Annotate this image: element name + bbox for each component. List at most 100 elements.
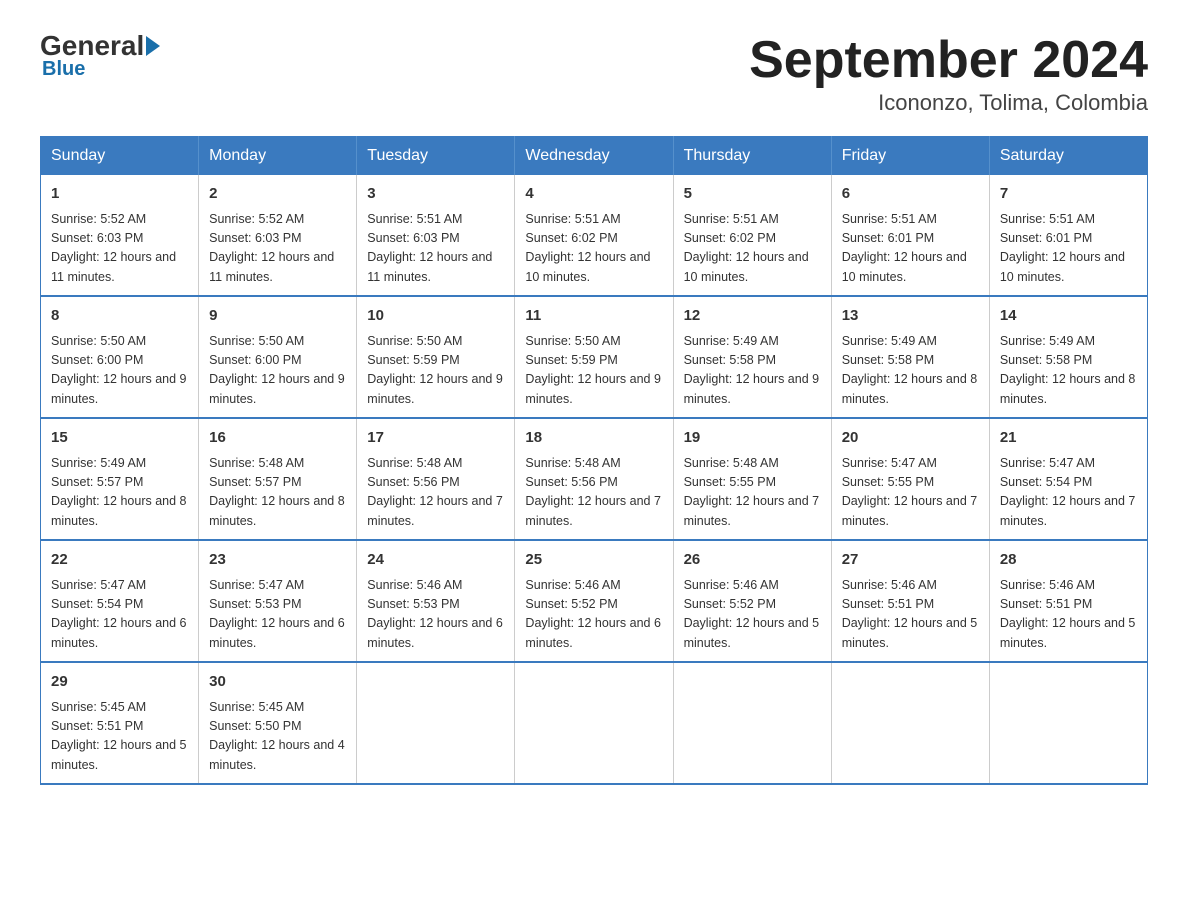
day-info: Sunrise: 5:47 AM Sunset: 5:54 PM Dayligh… — [51, 576, 188, 654]
calendar-cell — [989, 662, 1147, 784]
calendar-week-row: 15Sunrise: 5:49 AM Sunset: 5:57 PM Dayli… — [41, 418, 1148, 540]
day-info: Sunrise: 5:47 AM Sunset: 5:54 PM Dayligh… — [1000, 454, 1137, 532]
day-number: 28 — [1000, 549, 1137, 572]
calendar-table: SundayMondayTuesdayWednesdayThursdayFrid… — [40, 136, 1148, 785]
calendar-cell: 14 Sunrise: 5:49 AM Sunset: 5:58 PM Dayli… — [989, 296, 1147, 418]
header-sunday: Sunday — [41, 137, 199, 176]
calendar-week-row: 29Sunrise: 5:45 AM Sunset: 5:51 PM Dayli… — [41, 662, 1148, 784]
day-number: 6 — [842, 183, 979, 206]
day-info: Sunrise: 5:46 AM Sunset: 5:51 PM Dayligh… — [1000, 576, 1137, 654]
calendar-cell: 24 Sunrise: 5:46 AM Sunset: 5:53 PM Dayli… — [357, 540, 515, 662]
day-info: Sunrise: 5:49 AM Sunset: 5:57 PM Dayligh… — [51, 454, 188, 532]
day-info: Sunrise: 5:49 AM Sunset: 5:58 PM Dayligh… — [1000, 332, 1137, 410]
day-number: 21 — [1000, 427, 1137, 450]
day-info: Sunrise: 5:50 AM Sunset: 5:59 PM Dayligh… — [367, 332, 504, 410]
calendar-cell: 29Sunrise: 5:45 AM Sunset: 5:51 PM Dayli… — [41, 662, 199, 784]
calendar-title: September 2024 — [749, 30, 1148, 90]
day-number: 24 — [367, 549, 504, 572]
calendar-header-row: SundayMondayTuesdayWednesdayThursdayFrid… — [41, 137, 1148, 176]
day-info: Sunrise: 5:51 AM Sunset: 6:01 PM Dayligh… — [842, 210, 979, 288]
day-number: 11 — [525, 305, 662, 328]
day-number: 16 — [209, 427, 346, 450]
calendar-cell: 17 Sunrise: 5:48 AM Sunset: 5:56 PM Dayli… — [357, 418, 515, 540]
day-info: Sunrise: 5:46 AM Sunset: 5:53 PM Dayligh… — [367, 576, 504, 654]
day-number: 17 — [367, 427, 504, 450]
day-number: 23 — [209, 549, 346, 572]
calendar-week-row: 22 Sunrise: 5:47 AM Sunset: 5:54 PM Dayli… — [41, 540, 1148, 662]
calendar-cell: 8Sunrise: 5:50 AM Sunset: 6:00 PM Daylig… — [41, 296, 199, 418]
calendar-cell: 4Sunrise: 5:51 AM Sunset: 6:02 PM Daylig… — [515, 175, 673, 296]
calendar-cell: 2 Sunrise: 5:52 AM Sunset: 6:03 PM Daylig… — [199, 175, 357, 296]
day-number: 8 — [51, 305, 188, 328]
calendar-cell: 27 Sunrise: 5:46 AM Sunset: 5:51 PM Dayli… — [831, 540, 989, 662]
logo-blue: Blue — [42, 58, 85, 81]
calendar-cell: 6 Sunrise: 5:51 AM Sunset: 6:01 PM Daylig… — [831, 175, 989, 296]
day-info: Sunrise: 5:52 AM Sunset: 6:03 PM Dayligh… — [209, 210, 346, 288]
day-number: 7 — [1000, 183, 1137, 206]
calendar-cell: 30 Sunrise: 5:45 AM Sunset: 5:50 PM Dayli… — [199, 662, 357, 784]
day-number: 30 — [209, 671, 346, 694]
calendar-subtitle: Icononzo, Tolima, Colombia — [749, 90, 1148, 116]
header-monday: Monday — [199, 137, 357, 176]
day-number: 29 — [51, 671, 188, 694]
day-number: 5 — [684, 183, 821, 206]
calendar-week-row: 1Sunrise: 5:52 AM Sunset: 6:03 PM Daylig… — [41, 175, 1148, 296]
day-info: Sunrise: 5:51 AM Sunset: 6:02 PM Dayligh… — [684, 210, 821, 288]
day-info: Sunrise: 5:51 AM Sunset: 6:03 PM Dayligh… — [367, 210, 504, 288]
day-info: Sunrise: 5:48 AM Sunset: 5:56 PM Dayligh… — [525, 454, 662, 532]
day-number: 13 — [842, 305, 979, 328]
calendar-cell: 26Sunrise: 5:46 AM Sunset: 5:52 PM Dayli… — [673, 540, 831, 662]
calendar-cell: 10 Sunrise: 5:50 AM Sunset: 5:59 PM Dayli… — [357, 296, 515, 418]
calendar-cell: 18 Sunrise: 5:48 AM Sunset: 5:56 PM Dayli… — [515, 418, 673, 540]
day-number: 22 — [51, 549, 188, 572]
day-number: 14 — [1000, 305, 1137, 328]
day-info: Sunrise: 5:50 AM Sunset: 5:59 PM Dayligh… — [525, 332, 662, 410]
calendar-cell: 7 Sunrise: 5:51 AM Sunset: 6:01 PM Daylig… — [989, 175, 1147, 296]
day-number: 10 — [367, 305, 504, 328]
calendar-cell: 15Sunrise: 5:49 AM Sunset: 5:57 PM Dayli… — [41, 418, 199, 540]
calendar-cell: 16 Sunrise: 5:48 AM Sunset: 5:57 PM Dayli… — [199, 418, 357, 540]
calendar-cell: 1Sunrise: 5:52 AM Sunset: 6:03 PM Daylig… — [41, 175, 199, 296]
day-info: Sunrise: 5:47 AM Sunset: 5:53 PM Dayligh… — [209, 576, 346, 654]
day-number: 25 — [525, 549, 662, 572]
calendar-cell: 25 Sunrise: 5:46 AM Sunset: 5:52 PM Dayli… — [515, 540, 673, 662]
day-number: 4 — [525, 183, 662, 206]
calendar-cell — [673, 662, 831, 784]
day-info: Sunrise: 5:49 AM Sunset: 5:58 PM Dayligh… — [842, 332, 979, 410]
day-number: 2 — [209, 183, 346, 206]
day-info: Sunrise: 5:48 AM Sunset: 5:55 PM Dayligh… — [684, 454, 821, 532]
day-info: Sunrise: 5:46 AM Sunset: 5:51 PM Dayligh… — [842, 576, 979, 654]
calendar-cell: 11 Sunrise: 5:50 AM Sunset: 5:59 PM Dayli… — [515, 296, 673, 418]
calendar-week-row: 8 Sunrise: 5:50 AM Sunset: 6:00 PM Daylig… — [41, 296, 1148, 418]
calendar-cell: 19 Sunrise: 5:48 AM Sunset: 5:55 PM Dayli… — [673, 418, 831, 540]
calendar-cell: 12Sunrise: 5:49 AM Sunset: 5:58 PM Dayli… — [673, 296, 831, 418]
day-info: Sunrise: 5:51 AM Sunset: 6:01 PM Dayligh… — [1000, 210, 1137, 288]
calendar-cell: 5 Sunrise: 5:51 AM Sunset: 6:02 PM Daylig… — [673, 175, 831, 296]
day-number: 19 — [684, 427, 821, 450]
calendar-cell: 9Sunrise: 5:50 AM Sunset: 6:00 PM Daylig… — [199, 296, 357, 418]
calendar-cell: 3 Sunrise: 5:51 AM Sunset: 6:03 PM Daylig… — [357, 175, 515, 296]
calendar-cell: 20 Sunrise: 5:47 AM Sunset: 5:55 PM Dayli… — [831, 418, 989, 540]
day-info: Sunrise: 5:47 AM Sunset: 5:55 PM Dayligh… — [842, 454, 979, 532]
header-wednesday: Wednesday — [515, 137, 673, 176]
day-info: Sunrise: 5:50 AM Sunset: 6:00 PM Dayligh… — [209, 332, 346, 410]
calendar-cell: 22 Sunrise: 5:47 AM Sunset: 5:54 PM Dayli… — [41, 540, 199, 662]
day-info: Sunrise: 5:48 AM Sunset: 5:56 PM Dayligh… — [367, 454, 504, 532]
day-number: 3 — [367, 183, 504, 206]
day-number: 12 — [684, 305, 821, 328]
calendar-cell — [357, 662, 515, 784]
logo: General Blue — [40, 30, 160, 81]
day-number: 20 — [842, 427, 979, 450]
day-number: 27 — [842, 549, 979, 572]
calendar-cell: 13 Sunrise: 5:49 AM Sunset: 5:58 PM Dayli… — [831, 296, 989, 418]
day-info: Sunrise: 5:52 AM Sunset: 6:03 PM Dayligh… — [51, 210, 188, 288]
calendar-cell — [831, 662, 989, 784]
day-info: Sunrise: 5:46 AM Sunset: 5:52 PM Dayligh… — [525, 576, 662, 654]
header-friday: Friday — [831, 137, 989, 176]
title-block: September 2024 Icononzo, Tolima, Colombi… — [749, 30, 1148, 116]
day-number: 18 — [525, 427, 662, 450]
page-header: General Blue September 2024 Icononzo, To… — [40, 30, 1148, 116]
day-info: Sunrise: 5:45 AM Sunset: 5:50 PM Dayligh… — [209, 698, 346, 776]
header-tuesday: Tuesday — [357, 137, 515, 176]
day-info: Sunrise: 5:48 AM Sunset: 5:57 PM Dayligh… — [209, 454, 346, 532]
